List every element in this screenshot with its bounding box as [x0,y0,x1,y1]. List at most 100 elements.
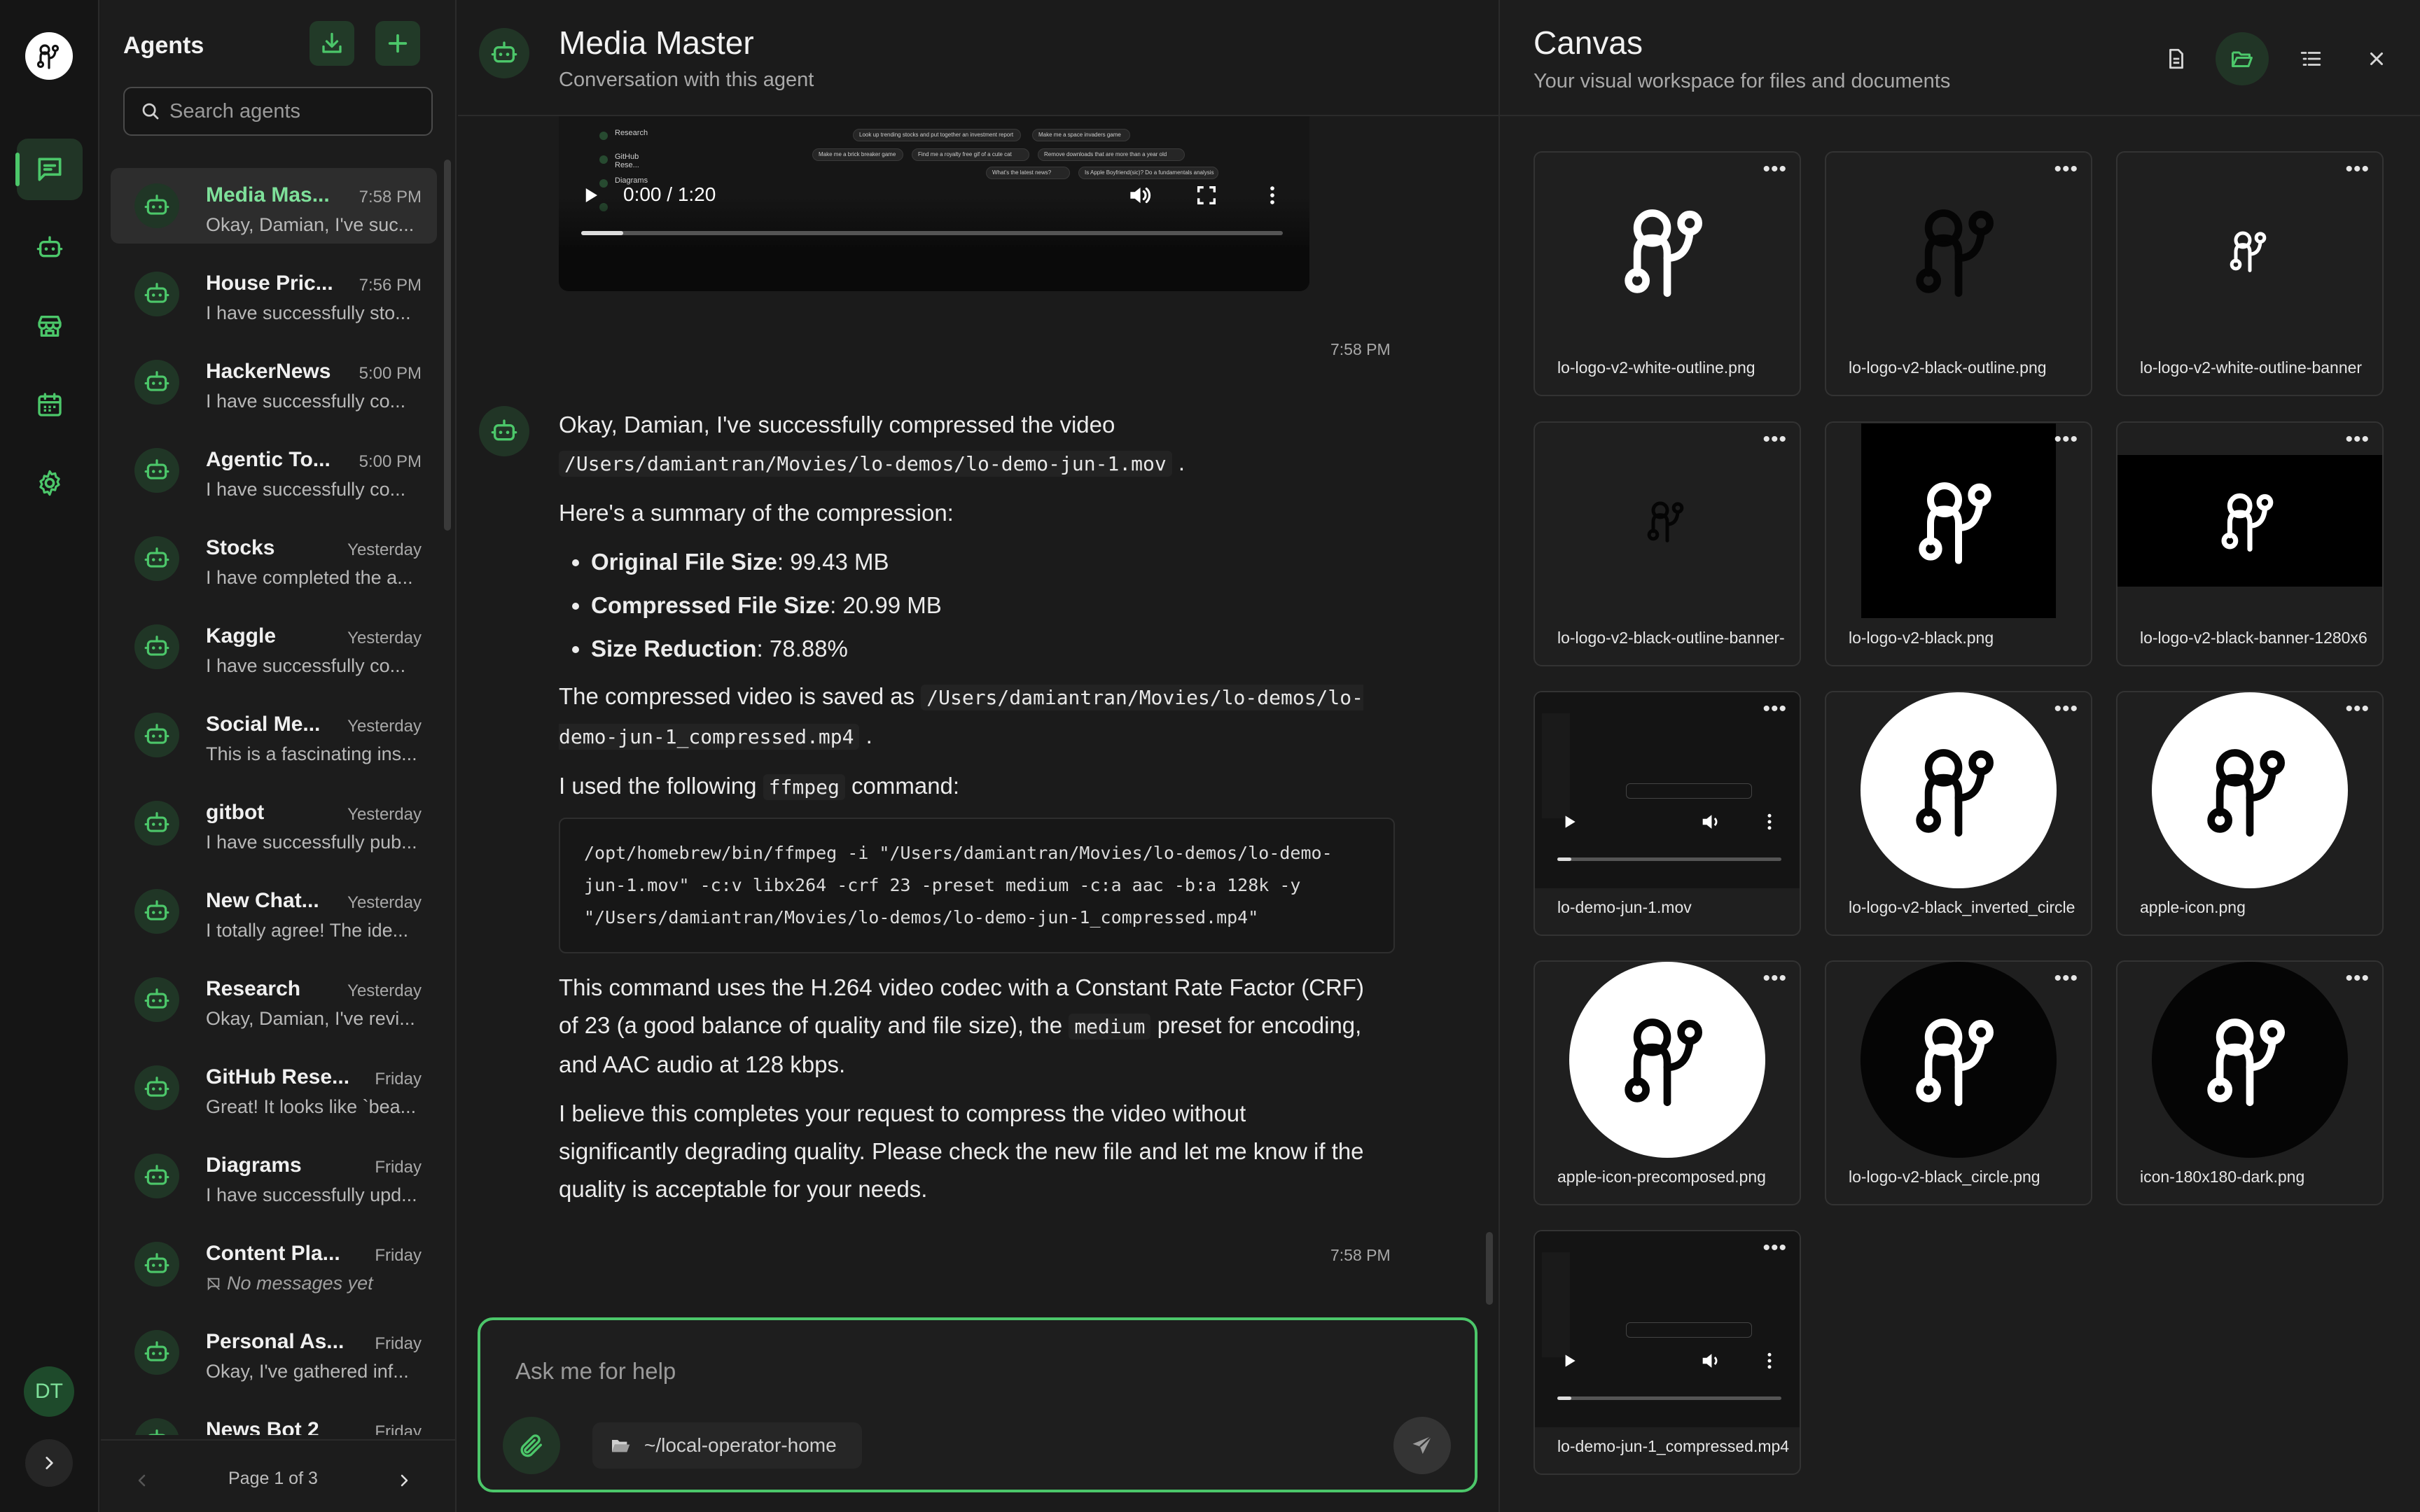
agent-item[interactable]: Content Pla... Friday No messages yet [111,1226,437,1302]
folder-open-icon [2232,51,2253,67]
send-button[interactable] [1393,1417,1451,1474]
file-name: lo-demo-jun-1.mov [1557,898,1692,916]
message-input[interactable] [515,1358,1426,1400]
agent-list-scrollbar[interactable] [444,160,451,531]
agent-item[interactable]: Kaggle Yesterday I have successfully co... [111,609,437,685]
files-view-button[interactable] [2216,32,2269,85]
agent-item[interactable]: News Bot 2 Friday [111,1403,437,1435]
document-view-button[interactable] [2150,32,2203,85]
file-card[interactable]: ••• lo-demo-jun-1.mov [1534,691,1801,936]
agent-item[interactable]: Social Me... Yesterday This is a fascinati… [111,697,437,773]
agent-list: Media Mas... 7:58 PM Okay, Damian, I've su… [111,168,437,1435]
file-name: lo-logo-v2-white-outline.png [1557,358,1755,377]
agent-item[interactable]: New Chat... Yesterday I totally agree! The… [111,874,437,949]
file-card[interactable]: ••• apple-icon.png [2116,691,2384,936]
file-name: lo-logo-v2-black.png [1849,629,1994,647]
import-agent-button[interactable] [310,21,354,66]
file-card[interactable]: ••• lo-logo-v2-black-outline.png [1825,151,2092,396]
more-options-icon[interactable]: ••• [2054,968,2078,989]
file-thumbnail [1535,153,1800,349]
more-options-icon[interactable]: ••• [2345,429,2370,450]
more-options-icon[interactable]: ••• [2054,429,2078,450]
agent-item[interactable]: Personal As... Friday Okay, I've gathered … [111,1315,437,1390]
more-vertical-icon[interactable] [1260,183,1284,207]
more-options-icon[interactable]: ••• [1762,699,1787,720]
attach-button[interactable] [503,1417,560,1474]
expand-sidebar-button[interactable] [25,1439,73,1487]
agent-item[interactable]: Media Mas... 7:58 PM Okay, Damian, I've su… [111,168,437,244]
nav-settings[interactable] [17,452,83,514]
file-name: apple-icon-precomposed.png [1557,1168,1766,1186]
nav-chat[interactable] [15,139,83,200]
agent-preview-text: I have successfully co... [206,479,406,500]
more-options-icon[interactable]: ••• [1762,429,1787,450]
file-card[interactable]: ••• lo-logo-v2-white-outline.png [1534,151,1801,396]
inline-code: /Users/damiantran/Movies/lo-demos/lo-dem… [559,451,1172,477]
agent-item[interactable]: Stocks Yesterday I have completed the a... [111,521,437,596]
robot-icon [144,900,169,920]
more-options-icon[interactable]: ••• [2345,159,2370,180]
inline-code: medium [1069,1014,1151,1040]
volume-icon[interactable] [1126,182,1153,209]
agent-name: Content Pla... [206,1242,340,1265]
next-page-button[interactable] [388,1464,420,1497]
agent-item[interactable]: Research Yesterday Okay, Damian, I've revi… [111,962,437,1037]
play-icon[interactable] [580,185,601,206]
more-options-icon[interactable]: ••• [2054,159,2078,180]
agent-item[interactable]: HackerNews 5:00 PM I have successfully co.… [111,344,437,420]
more-options-icon[interactable]: ••• [1762,1238,1787,1259]
logo-icon [1916,749,1994,837]
agent-preview: I have successfully co... [206,391,405,412]
agent-preview: Great! It looks like `bea... [206,1096,416,1118]
agent-item[interactable]: House Pric... 7:56 PM I have successfully … [111,256,437,332]
search-input[interactable] [169,99,408,123]
agent-preview-text: Okay, I've gathered inf... [206,1361,409,1382]
file-card[interactable]: ••• lo-logo-v2-black.png [1825,421,2092,666]
file-card[interactable]: ••• icon-180x180-dark.png [2116,960,2384,1205]
chat-scrollbar[interactable] [1486,1232,1493,1305]
robot-icon [36,236,63,258]
agent-time: Yesterday [347,540,422,559]
add-agent-button[interactable] [375,21,420,66]
logo-icon [1916,1018,1994,1107]
outline-view-button[interactable] [2284,32,2337,85]
user-avatar[interactable]: DT [24,1366,74,1417]
file-card[interactable]: ••• lo-logo-v2-black-banner-1280x6 [2116,421,2384,666]
nav-schedule[interactable] [17,374,83,435]
file-card[interactable]: ••• lo-demo-jun-1_compressed.mp4 [1534,1230,1801,1475]
agent-item[interactable]: Diagrams Friday I have successfully upd... [111,1138,437,1214]
agent-time: Friday [375,1070,422,1088]
app-logo[interactable] [25,32,73,80]
avatar-initials: DT [35,1380,63,1403]
file-name: lo-logo-v2-black_inverted_circle [1849,898,2075,916]
agent-name: Diagrams [206,1154,302,1177]
agent-item[interactable]: gitbot Yesterday I have successfully pub..… [111,785,437,861]
more-options-icon[interactable]: ••• [2345,699,2370,720]
nav-store[interactable] [17,295,83,357]
file-card[interactable]: ••• apple-icon-precomposed.png [1534,960,1801,1205]
agent-item[interactable]: Agentic To... 5:00 PM I have successfully … [111,433,437,508]
more-options-icon[interactable]: ••• [1762,968,1787,989]
agent-avatar [134,801,179,846]
file-thumbnail [1826,962,2091,1158]
video-progress[interactable] [581,231,1283,235]
code-block[interactable]: /opt/homebrew/bin/ffmpeg -i "/Users/dami… [559,818,1395,953]
more-options-icon[interactable]: ••• [1762,159,1787,180]
more-options-icon[interactable]: ••• [2345,968,2370,989]
file-card[interactable]: ••• lo-logo-v2-black_inverted_circle [1825,691,2092,936]
working-directory[interactable]: ~/local-operator-home [592,1422,862,1469]
file-card[interactable]: ••• lo-logo-v2-black-outline-banner- [1534,421,1801,666]
canvas-panel: Canvas Your visual workspace for files a… [1498,0,2420,1512]
prev-page-button[interactable] [126,1464,158,1497]
agent-item[interactable]: GitHub Rese... Friday Great! It looks like… [111,1050,437,1126]
more-options-icon[interactable]: ••• [2054,699,2078,720]
close-canvas-button[interactable] [2350,32,2403,85]
file-card[interactable]: ••• lo-logo-v2-black_circle.png [1825,960,2092,1205]
agent-avatar [134,536,179,581]
agent-name: gitbot [206,801,265,824]
nav-agents[interactable] [17,217,83,279]
search-agents[interactable] [123,87,433,136]
fullscreen-icon[interactable] [1195,183,1218,207]
file-card[interactable]: ••• lo-logo-v2-white-outline-banner [2116,151,2384,396]
agent-preview: I have successfully pub... [206,832,417,853]
